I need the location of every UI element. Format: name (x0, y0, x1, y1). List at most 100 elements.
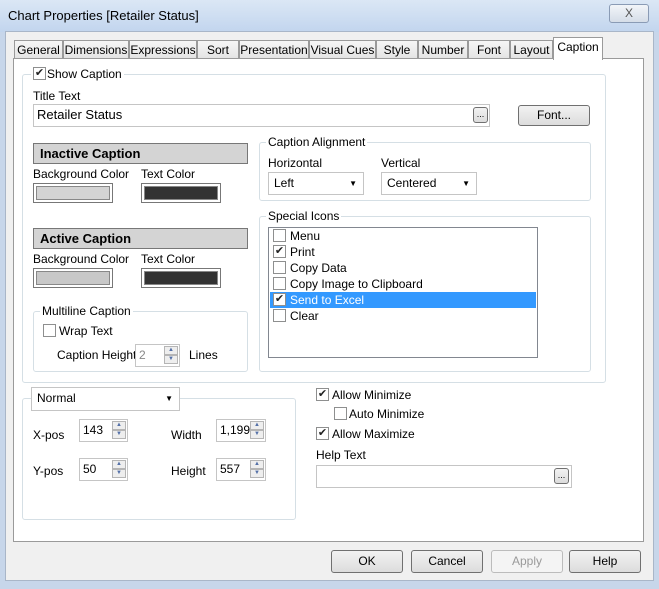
tab-sort[interactable]: Sort (197, 40, 239, 59)
chevron-down-icon: ▼ (349, 179, 357, 188)
chevron-down-icon: ▼ (165, 394, 173, 403)
tab-expressions[interactable]: Expressions (129, 40, 197, 59)
special-icon-checkbox[interactable]: ✔ (273, 293, 286, 306)
special-icon-item[interactable]: Clear (270, 308, 536, 324)
auto-minimize-label: Auto Minimize (349, 407, 425, 421)
caption-alignment-label: Caption Alignment (266, 135, 368, 149)
vertical-dropdown[interactable]: Centered ▼ (381, 172, 477, 195)
active-caption-header: Active Caption (33, 228, 248, 249)
special-icon-item[interactable]: ✔ Print (270, 244, 536, 260)
tab-number[interactable]: Number (418, 40, 468, 59)
wrap-text-label: Wrap Text (59, 324, 113, 338)
height-label: Height (171, 464, 206, 478)
tab-layout[interactable]: Layout (510, 40, 553, 59)
apply-button[interactable]: Apply (491, 550, 563, 573)
auto-minimize-checkbox[interactable] (334, 407, 347, 420)
vertical-label: Vertical (381, 156, 421, 170)
window-title: Chart Properties [Retailer Status] (8, 8, 199, 23)
window-state-value: Normal (37, 391, 76, 405)
height-value: 557 (220, 462, 241, 476)
ypos-value: 50 (83, 462, 97, 476)
help-text-input[interactable] (316, 465, 572, 488)
caption-height-spinner[interactable]: 2 ▲ ▼ (135, 344, 180, 367)
tab-dimensions[interactable]: Dimensions (63, 40, 129, 59)
ypos-label: Y-pos (33, 464, 64, 478)
special-icon-label: Menu (290, 229, 321, 243)
vertical-value: Centered (387, 176, 437, 190)
spin-down-icon[interactable]: ▼ (112, 430, 126, 439)
multiline-caption-label: Multiline Caption (40, 304, 133, 318)
show-caption-checkbox[interactable]: ✔ (33, 67, 46, 80)
tab-font[interactable]: Font (468, 40, 510, 59)
cancel-button[interactable]: Cancel (411, 550, 483, 573)
special-icons-label: Special Icons (266, 209, 342, 223)
inactive-text-color-swatch[interactable] (141, 183, 221, 203)
active-bg-color-label: Background Color (33, 252, 130, 266)
height-spinner[interactable]: 557 ▲ ▼ (216, 458, 266, 481)
spin-up-icon[interactable]: ▲ (250, 460, 264, 469)
title-text-expression-button[interactable]: ... (473, 107, 488, 123)
inactive-caption-header: Inactive Caption (33, 143, 248, 164)
ok-button[interactable]: OK (331, 550, 403, 573)
spin-down-icon[interactable]: ▼ (112, 469, 126, 478)
wrap-text-checkbox[interactable] (43, 324, 56, 337)
spin-down-icon[interactable]: ▼ (164, 355, 178, 364)
tab-general[interactable]: General (14, 40, 63, 59)
width-value: 1,199 (220, 423, 251, 437)
tab-presentation[interactable]: Presentation (239, 40, 309, 59)
help-button[interactable]: Help (569, 550, 641, 573)
allow-maximize-checkbox[interactable]: ✔ (316, 427, 329, 440)
window-state-dropdown[interactable]: Normal ▼ (31, 387, 180, 411)
special-icon-label: Clear (290, 309, 319, 323)
special-icon-item[interactable]: Copy Data (270, 260, 536, 276)
caption-height-value: 2 (139, 348, 146, 362)
close-button[interactable]: X (609, 4, 649, 23)
title-text-input[interactable]: Retailer Status (33, 104, 490, 127)
special-icon-checkbox[interactable] (273, 309, 286, 322)
special-icon-label: Copy Data (290, 261, 347, 275)
active-text-color-label: Text Color (141, 252, 196, 266)
inactive-text-color-label: Text Color (141, 167, 196, 181)
spin-up-icon[interactable]: ▲ (164, 346, 178, 355)
horizontal-label: Horizontal (268, 156, 323, 170)
special-icon-checkbox[interactable]: ✔ (273, 245, 286, 258)
active-bg-color-swatch[interactable] (33, 268, 113, 288)
tab-caption[interactable]: Caption (553, 37, 603, 60)
spin-up-icon[interactable]: ▲ (250, 421, 264, 430)
horizontal-dropdown[interactable]: Left ▼ (268, 172, 364, 195)
horizontal-value: Left (274, 176, 295, 190)
ypos-spinner[interactable]: 50 ▲ ▼ (79, 458, 128, 481)
caption-height-label: Caption Height (57, 348, 137, 362)
spin-down-icon[interactable]: ▼ (250, 430, 264, 439)
chevron-down-icon: ▼ (462, 179, 470, 188)
tab-visual-cues[interactable]: Visual Cues (309, 40, 376, 59)
xpos-label: X-pos (33, 428, 65, 442)
spin-down-icon[interactable]: ▼ (250, 469, 264, 478)
special-icon-label: Copy Image to Clipboard (290, 277, 423, 291)
xpos-spinner[interactable]: 143 ▲ ▼ (79, 419, 128, 442)
tab-style[interactable]: Style (376, 40, 418, 59)
spin-up-icon[interactable]: ▲ (112, 460, 126, 469)
special-icons-list[interactable]: Menu ✔ Print Copy Data Copy Image to Clipboa… (268, 227, 538, 358)
inactive-bg-color-label: Background Color (33, 167, 130, 181)
lines-label: Lines (189, 348, 218, 362)
allow-minimize-label: Allow Minimize (332, 388, 412, 402)
active-text-color-swatch[interactable] (141, 268, 221, 288)
special-icon-item[interactable]: ✔ Send to Excel (270, 292, 536, 308)
spin-up-icon[interactable]: ▲ (112, 421, 126, 430)
special-icon-checkbox[interactable] (273, 277, 286, 290)
special-icon-item[interactable]: Copy Image to Clipboard (270, 276, 536, 292)
special-icon-checkbox[interactable] (273, 261, 286, 274)
inactive-bg-color-swatch[interactable] (33, 183, 113, 203)
allow-minimize-checkbox[interactable]: ✔ (316, 388, 329, 401)
special-icon-label: Print (290, 245, 315, 259)
help-text-label: Help Text (316, 448, 366, 462)
special-icon-item[interactable]: Menu (270, 228, 536, 244)
special-icon-checkbox[interactable] (273, 229, 286, 242)
special-icon-label: Send to Excel (290, 293, 365, 307)
width-spinner[interactable]: 1,199 ▲ ▼ (216, 419, 266, 442)
font-button[interactable]: Font... (518, 105, 590, 126)
help-text-expression-button[interactable]: ... (554, 468, 569, 484)
allow-maximize-label: Allow Maximize (332, 427, 415, 441)
width-label: Width (171, 428, 202, 442)
